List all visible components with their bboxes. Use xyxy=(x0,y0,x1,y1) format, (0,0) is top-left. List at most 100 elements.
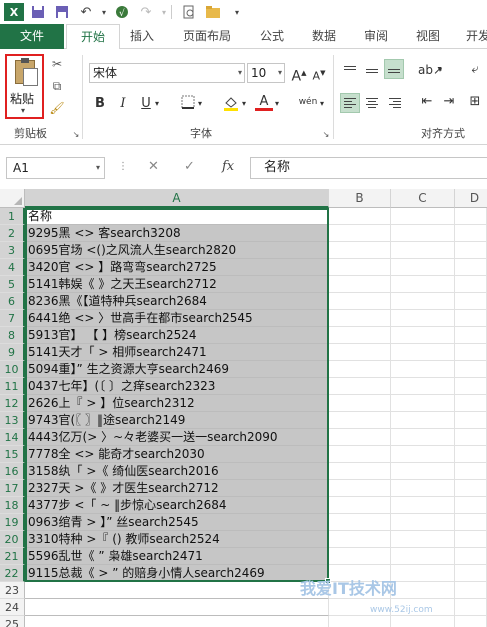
phonetic-guide-button[interactable]: wén xyxy=(297,93,319,111)
empty-cell[interactable] xyxy=(329,378,391,395)
empty-cell[interactable] xyxy=(391,293,455,310)
empty-cell[interactable] xyxy=(455,327,487,344)
empty-cell[interactable] xyxy=(391,344,455,361)
empty-cell[interactable] xyxy=(391,548,455,565)
tab-formulas[interactable]: 公式 xyxy=(250,24,294,49)
empty-cell[interactable] xyxy=(391,616,455,627)
phonetic-dropdown-icon[interactable]: ▾ xyxy=(318,95,326,113)
empty-cell[interactable] xyxy=(455,616,487,627)
cell-a[interactable] xyxy=(25,599,329,616)
row-header[interactable]: 21 xyxy=(0,548,25,565)
print-preview-icon[interactable] xyxy=(179,3,199,21)
paste-button[interactable]: 粘贴 ▾ xyxy=(5,54,44,119)
empty-cell[interactable] xyxy=(455,463,487,480)
empty-cell[interactable] xyxy=(391,208,455,225)
select-all-button[interactable] xyxy=(0,189,25,208)
cut-icon[interactable]: ✂ xyxy=(49,56,65,72)
row-header[interactable]: 17 xyxy=(0,480,25,497)
tab-review[interactable]: 审阅 xyxy=(354,24,398,49)
cell-a[interactable]: 5141韩娱《 》之天王search2712 xyxy=(25,276,329,293)
row-header[interactable]: 11 xyxy=(0,378,25,395)
empty-cell[interactable] xyxy=(455,599,487,616)
empty-cell[interactable] xyxy=(391,242,455,259)
top-align-button[interactable] xyxy=(340,59,360,79)
formula-input[interactable]: 名称 xyxy=(250,157,487,179)
empty-cell[interactable] xyxy=(329,463,391,480)
excel-logo-icon[interactable]: X xyxy=(4,3,24,21)
row-header[interactable]: 8 xyxy=(0,327,25,344)
fill-color-icon[interactable] xyxy=(222,95,240,113)
cell-a[interactable]: 0963绾青 > 】” 丝search2545 xyxy=(25,514,329,531)
font-color-button[interactable]: A xyxy=(255,95,273,113)
italic-button[interactable]: I xyxy=(114,95,132,113)
empty-cell[interactable] xyxy=(329,276,391,293)
redo-dropdown-icon[interactable]: ▾ xyxy=(160,3,168,21)
save-icon[interactable] xyxy=(28,3,48,21)
empty-cell[interactable] xyxy=(455,531,487,548)
tab-view[interactable]: 视图 xyxy=(406,24,450,49)
cell-a[interactable]: 3420官 <> 】路弯弯search2725 xyxy=(25,259,329,276)
cell-a[interactable]: 9295黑 <> 客search3208 xyxy=(25,225,329,242)
worksheet-grid[interactable]: A B C D 1 名称 2 9295黑 <> 客search3208 3 0695官场 … xyxy=(0,189,487,627)
align-left-button[interactable] xyxy=(340,93,360,113)
row-header[interactable]: 13 xyxy=(0,412,25,429)
empty-cell[interactable] xyxy=(329,225,391,242)
empty-cell[interactable] xyxy=(391,412,455,429)
align-right-button[interactable] xyxy=(384,93,404,113)
column-header-d[interactable]: D xyxy=(455,189,487,208)
empty-cell[interactable] xyxy=(391,514,455,531)
decrease-indent-icon[interactable]: ⇤ xyxy=(418,93,436,111)
empty-cell[interactable] xyxy=(391,378,455,395)
underline-dropdown-icon[interactable]: ▾ xyxy=(153,95,161,113)
empty-cell[interactable] xyxy=(329,446,391,463)
empty-cell[interactable] xyxy=(329,344,391,361)
row-header[interactable]: 15 xyxy=(0,446,25,463)
format-painter-icon[interactable]: 🖌 xyxy=(49,100,65,116)
empty-cell[interactable] xyxy=(329,616,391,627)
empty-cell[interactable] xyxy=(329,497,391,514)
empty-cell[interactable] xyxy=(391,327,455,344)
cell-a[interactable]: 0437七年】(〔 〕之痒search2323 xyxy=(25,378,329,395)
empty-cell[interactable] xyxy=(455,310,487,327)
empty-cell[interactable] xyxy=(455,582,487,599)
empty-cell[interactable] xyxy=(329,412,391,429)
empty-cell[interactable] xyxy=(455,242,487,259)
grow-font-button[interactable]: A▲ xyxy=(290,64,308,85)
merge-center-icon[interactable]: ⊞ xyxy=(466,93,484,111)
row-header[interactable]: 3 xyxy=(0,242,25,259)
font-name-select[interactable]: 宋体 ▾ xyxy=(89,63,245,83)
cancel-icon[interactable]: ✕ xyxy=(148,159,159,174)
empty-cell[interactable] xyxy=(329,480,391,497)
cell-a[interactable]: 8236黑《【道特种兵search2684 xyxy=(25,293,329,310)
row-header[interactable]: 6 xyxy=(0,293,25,310)
tab-page-layout[interactable]: 页面布局 xyxy=(172,24,242,49)
row-header[interactable]: 23 xyxy=(0,582,25,599)
empty-cell[interactable] xyxy=(329,310,391,327)
row-header[interactable]: 19 xyxy=(0,514,25,531)
borders-dropdown-icon[interactable]: ▾ xyxy=(196,95,204,113)
empty-cell[interactable] xyxy=(455,480,487,497)
increase-indent-icon[interactable]: ⇥ xyxy=(440,93,458,111)
empty-cell[interactable] xyxy=(455,565,487,582)
empty-cell[interactable] xyxy=(391,446,455,463)
cell-a[interactable]: 0695官场 <()之风流人生search2820 xyxy=(25,242,329,259)
empty-cell[interactable] xyxy=(455,497,487,514)
row-header[interactable]: 4 xyxy=(0,259,25,276)
borders-icon[interactable] xyxy=(179,95,197,113)
empty-cell[interactable] xyxy=(329,514,391,531)
bottom-align-button[interactable] xyxy=(384,59,404,79)
customize-qat-icon[interactable]: ▾ xyxy=(227,3,247,21)
tab-home[interactable]: 开始 xyxy=(66,24,120,50)
name-box[interactable]: A1 ▾ xyxy=(6,157,105,179)
empty-cell[interactable] xyxy=(391,480,455,497)
empty-cell[interactable] xyxy=(455,225,487,242)
cell-a[interactable]: 4443亿万(> 〉~々老婆买一送一search2090 xyxy=(25,429,329,446)
undo-dropdown-icon[interactable]: ▾ xyxy=(100,3,108,21)
redo-icon[interactable]: ↷ xyxy=(136,3,156,21)
column-header-a[interactable]: A xyxy=(25,189,329,208)
font-color-dropdown-icon[interactable]: ▾ xyxy=(273,95,281,113)
empty-cell[interactable] xyxy=(391,429,455,446)
row-header[interactable]: 12 xyxy=(0,395,25,412)
empty-cell[interactable] xyxy=(455,395,487,412)
undo-icon[interactable]: ↶ xyxy=(76,3,96,21)
